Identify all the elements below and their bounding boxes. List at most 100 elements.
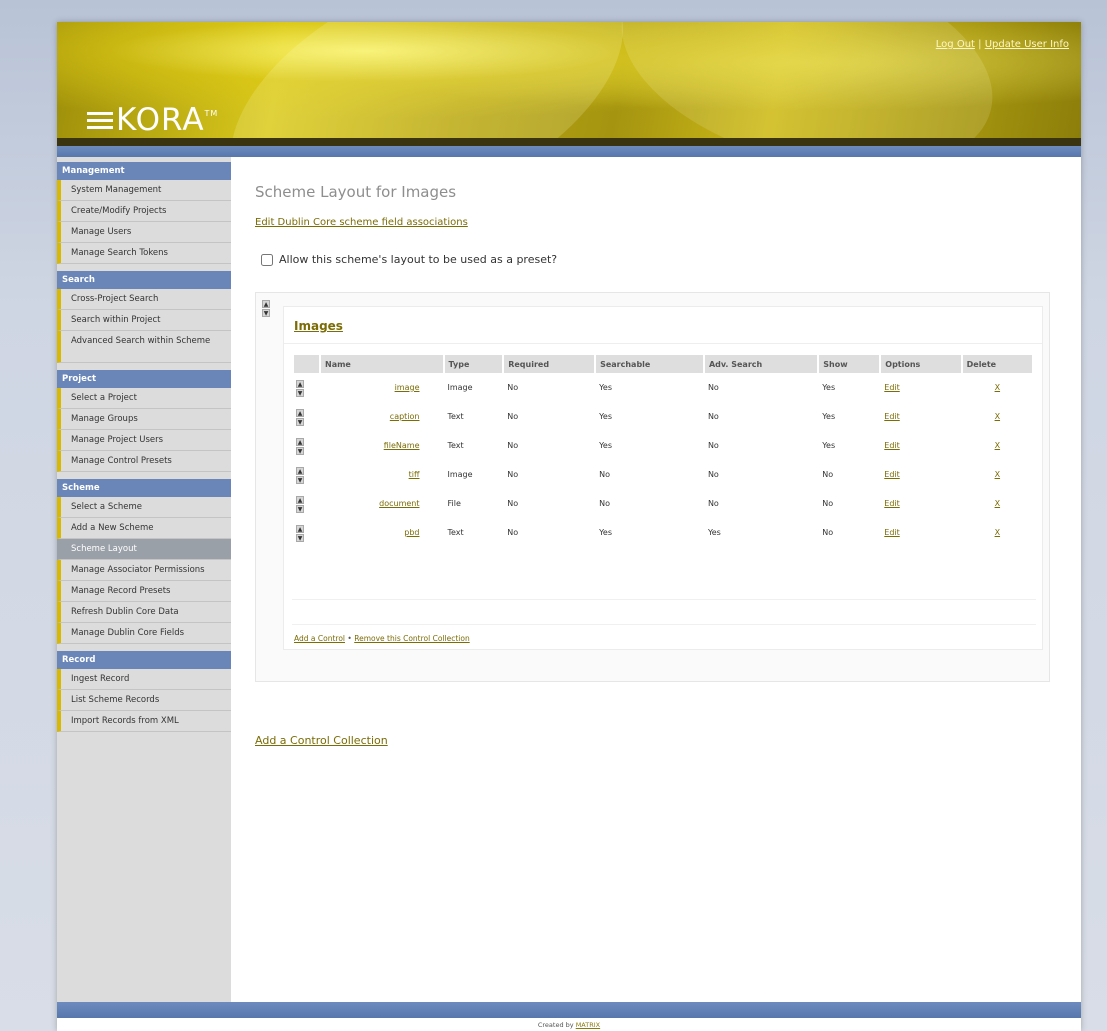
sidebar-item-dublin-core-fields[interactable]: Manage Dublin Core Fields: [57, 623, 231, 644]
control-show: Yes: [822, 383, 836, 392]
logo-text: KORA: [116, 102, 205, 138]
update-user-info-link[interactable]: Update User Info: [985, 39, 1069, 50]
sidebar-heading-project: Project: [57, 370, 231, 388]
control-searchable: Yes: [599, 412, 612, 421]
move-down-icon[interactable]: ▼: [296, 533, 304, 542]
kora-logo[interactable]: KORA TM: [87, 102, 218, 138]
sidebar-item-record-presets[interactable]: Manage Record Presets: [57, 581, 231, 602]
collection-panel: Images Name Type Required Searchable Adv…: [283, 306, 1043, 650]
control-show: Yes: [822, 441, 836, 450]
sidebar-item-associator-permissions[interactable]: Manage Associator Permissions: [57, 560, 231, 581]
creator-link[interactable]: MATRIX: [576, 1021, 600, 1029]
sidebar-item-create-modify-projects[interactable]: Create/Modify Projects: [57, 201, 231, 222]
control-adv-search: No: [707, 441, 719, 450]
page-title: Scheme Layout for Images: [255, 183, 457, 201]
column-header-delete: Delete: [961, 355, 1035, 373]
row-reorder: ▲ ▼: [296, 495, 304, 513]
move-up-icon[interactable]: ▲: [262, 300, 270, 308]
move-down-icon[interactable]: ▼: [296, 504, 304, 513]
sidebar-item-manage-control-presets[interactable]: Manage Control Presets: [57, 451, 231, 472]
control-adv-search: No: [707, 383, 719, 392]
move-up-icon[interactable]: ▲: [296, 524, 304, 533]
move-up-icon[interactable]: ▲: [296, 437, 304, 446]
move-down-icon[interactable]: ▼: [296, 446, 304, 455]
collection-name-link[interactable]: Images: [294, 319, 343, 333]
preset-checkbox[interactable]: [261, 253, 273, 266]
logout-link[interactable]: Log Out: [936, 39, 975, 50]
sidebar-item-search-within-project[interactable]: Search within Project: [57, 310, 231, 331]
move-down-icon[interactable]: ▼: [262, 309, 270, 317]
user-links: Log Out | Update User Info: [936, 39, 1069, 50]
control-searchable: Yes: [599, 441, 612, 450]
sidebar-item-select-scheme[interactable]: Select a Scheme: [57, 497, 231, 518]
sidebar-item-manage-users[interactable]: Manage Users: [57, 222, 231, 243]
add-control-link[interactable]: Add a Control: [294, 634, 345, 643]
sidebar-item-select-project[interactable]: Select a Project: [57, 388, 231, 409]
sidebar-item-ingest-record[interactable]: Ingest Record: [57, 669, 231, 690]
row-reorder: ▲ ▼: [296, 437, 304, 455]
control-searchable: Yes: [599, 383, 612, 392]
sidebar-item-manage-search-tokens[interactable]: Manage Search Tokens: [57, 243, 231, 264]
edit-control-link[interactable]: Edit: [884, 441, 900, 450]
edit-control-link[interactable]: Edit: [884, 412, 900, 421]
control-show: No: [822, 499, 834, 508]
delete-control-link[interactable]: X: [995, 383, 1000, 392]
move-down-icon[interactable]: ▼: [296, 475, 304, 484]
sidebar-item-import-records[interactable]: Import Records from XML: [57, 711, 231, 732]
control-name-link[interactable]: document: [379, 499, 419, 508]
row-reorder: ▲ ▼: [296, 408, 304, 426]
table-row: ▲ ▼ pbd Text No Yes Yes No Edit X: [294, 518, 1033, 547]
sidebar-heading-search: Search: [57, 271, 231, 289]
move-up-icon[interactable]: ▲: [296, 466, 304, 475]
edit-control-link[interactable]: Edit: [884, 528, 900, 537]
control-name-link[interactable]: image: [395, 383, 420, 392]
control-searchable: Yes: [599, 528, 612, 537]
sidebar-item-manage-project-users[interactable]: Manage Project Users: [57, 430, 231, 451]
move-up-icon[interactable]: ▲: [296, 495, 304, 504]
control-name-link[interactable]: pbd: [404, 528, 419, 537]
control-searchable: No: [599, 499, 610, 508]
table-row: ▲ ▼ tiff Image No No No No Edit X: [294, 460, 1033, 489]
control-required: No: [507, 412, 519, 421]
sidebar-item-scheme-layout[interactable]: Scheme Layout: [57, 539, 231, 560]
control-name-link[interactable]: fileName: [384, 441, 420, 450]
sidebar-item-advanced-search[interactable]: Advanced Search within Scheme: [57, 331, 231, 363]
edit-control-link[interactable]: Edit: [884, 470, 900, 479]
control-type: Text: [447, 441, 464, 450]
sidebar-item-system-management[interactable]: System Management: [57, 180, 231, 201]
sidebar-item-refresh-dublin-core[interactable]: Refresh Dublin Core Data: [57, 602, 231, 623]
sidebar-item-add-scheme[interactable]: Add a New Scheme: [57, 518, 231, 539]
column-header-name: Name: [320, 355, 445, 373]
edit-control-link[interactable]: Edit: [884, 499, 900, 508]
control-type: Image: [447, 383, 473, 392]
edit-control-link[interactable]: Edit: [884, 383, 900, 392]
remove-collection-link[interactable]: Remove this Control Collection: [354, 634, 469, 643]
delete-control-link[interactable]: X: [995, 470, 1000, 479]
move-down-icon[interactable]: ▼: [296, 417, 304, 426]
delete-control-link[interactable]: X: [995, 499, 1000, 508]
add-control-collection-link[interactable]: Add a Control Collection: [255, 734, 388, 747]
table-row: ▲ ▼ image Image No Yes No Yes Edit X: [294, 373, 1033, 402]
delete-control-link[interactable]: X: [995, 528, 1000, 537]
collection-title: Images: [294, 319, 343, 333]
delete-control-link[interactable]: X: [995, 441, 1000, 450]
dublin-core-associations-link[interactable]: Edit Dublin Core scheme field associatio…: [255, 217, 468, 228]
sidebar-heading-management: Management: [57, 162, 231, 180]
sidebar-item-list-scheme-records[interactable]: List Scheme Records: [57, 690, 231, 711]
move-down-icon[interactable]: ▼: [296, 388, 304, 397]
action-separator: •: [347, 634, 352, 643]
control-name-link[interactable]: tiff: [409, 470, 420, 479]
preset-option: Allow this scheme's layout to be used as…: [261, 253, 557, 266]
control-collection: ▲ ▼ Images Name Type Required Searchable…: [255, 292, 1050, 682]
sidebar-heading-scheme: Scheme: [57, 479, 231, 497]
control-name-link[interactable]: caption: [390, 412, 420, 421]
sidebar-item-manage-groups[interactable]: Manage Groups: [57, 409, 231, 430]
delete-control-link[interactable]: X: [995, 412, 1000, 421]
site-header: KORA TM Log Out | Update User Info: [57, 22, 1081, 138]
move-up-icon[interactable]: ▲: [296, 379, 304, 388]
sidebar-item-cross-project-search[interactable]: Cross-Project Search: [57, 289, 231, 310]
move-up-icon[interactable]: ▲: [296, 408, 304, 417]
column-header-move: [294, 355, 321, 373]
control-type: Image: [447, 470, 473, 479]
control-show: No: [822, 528, 834, 537]
